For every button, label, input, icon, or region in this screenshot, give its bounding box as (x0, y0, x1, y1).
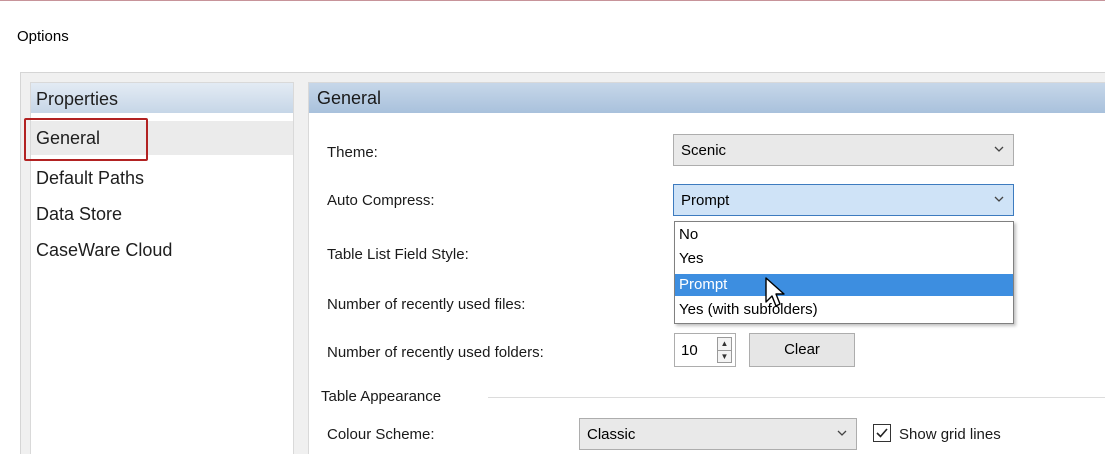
spin-down-icon[interactable]: ▼ (718, 351, 731, 363)
nav-item-data-store[interactable]: Data Store (36, 204, 122, 225)
recent-folders-spinner[interactable]: 10 ▲ ▼ (674, 333, 736, 367)
recent-files-label: Number of recently used files: (327, 296, 526, 313)
chevron-down-icon (837, 430, 847, 436)
spinner-arrows[interactable]: ▲ ▼ (717, 337, 732, 363)
colour-scheme-select[interactable]: Classic (579, 418, 857, 450)
nav-item-default-paths[interactable]: Default Paths (36, 168, 144, 189)
show-grid-lines-checkbox[interactable] (873, 424, 891, 442)
window-title: Options (17, 28, 69, 45)
auto-compress-select[interactable]: Prompt (673, 184, 1014, 216)
clear-button[interactable]: Clear (749, 333, 855, 367)
spin-up-icon[interactable]: ▲ (718, 338, 731, 351)
checkmark-icon (876, 428, 888, 438)
show-grid-lines-label[interactable]: Show grid lines (899, 426, 1001, 443)
properties-header: Properties (31, 83, 293, 113)
chevron-down-icon (994, 196, 1004, 202)
chevron-down-icon (994, 146, 1004, 152)
theme-select[interactable]: Scenic (673, 134, 1014, 166)
table-appearance-group-label: Table Appearance (321, 388, 442, 405)
dropdown-option-prompt[interactable]: Prompt (675, 274, 1013, 296)
mouse-cursor-icon (765, 277, 785, 307)
selection-highlight-outline (24, 118, 148, 161)
dropdown-option-no[interactable]: No (675, 224, 1013, 246)
section-header: General (309, 83, 1105, 113)
colour-scheme-select-value: Classic (587, 426, 636, 443)
dropdown-option-yes[interactable]: Yes (675, 248, 1013, 270)
dropdown-option-yes-with-subfolders[interactable]: Yes (with subfolders) (675, 299, 1013, 321)
colour-scheme-label: Colour Scheme: (327, 426, 435, 443)
section-header-label: General (317, 88, 382, 108)
window-top-border (0, 0, 1105, 1)
recent-folders-value: 10 (681, 342, 698, 359)
table-list-field-style-label: Table List Field Style: (327, 246, 469, 263)
group-divider (488, 397, 1105, 398)
theme-select-value: Scenic (681, 142, 727, 159)
recent-folders-label: Number of recently used folders: (327, 344, 544, 361)
auto-compress-dropdown: No Yes Prompt Yes (with subfolders) (674, 221, 1014, 324)
properties-header-label: Properties (36, 89, 119, 109)
auto-compress-select-value: Prompt (681, 192, 730, 209)
theme-label: Theme: (327, 144, 378, 161)
nav-item-caseware-cloud[interactable]: CaseWare Cloud (36, 240, 172, 261)
auto-compress-label: Auto Compress: (327, 192, 435, 209)
